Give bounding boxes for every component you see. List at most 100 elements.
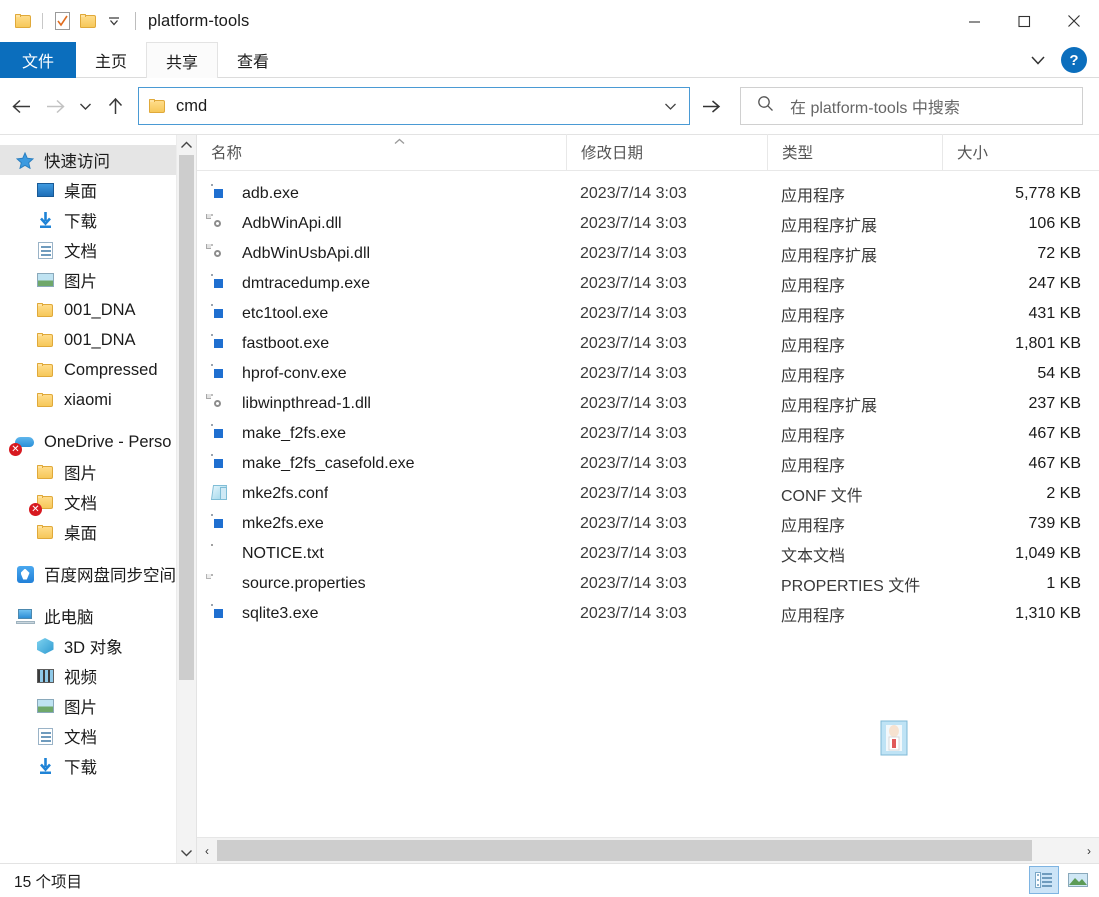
properties-icon[interactable] bbox=[49, 8, 75, 34]
go-button[interactable] bbox=[690, 87, 732, 125]
file-date-cell: 2023/7/14 3:03 bbox=[566, 545, 767, 563]
address-input[interactable]: cmd bbox=[176, 97, 655, 116]
column-header-size[interactable]: 大小 bbox=[942, 134, 1099, 170]
file-name-label: AdbWinUsbApi.dll bbox=[242, 245, 370, 263]
file-date-cell: 2023/7/14 3:03 bbox=[566, 305, 767, 323]
table-row[interactable]: make_f2fs.exe2023/7/14 3:03应用程序467 KB bbox=[197, 419, 1099, 449]
scroll-left-icon[interactable]: ‹ bbox=[197, 838, 217, 863]
file-size-cell: 431 KB bbox=[942, 305, 1099, 323]
sidebar-item[interactable]: 图片 bbox=[0, 691, 196, 721]
folder-icon bbox=[34, 462, 56, 482]
table-row[interactable]: adb.exe2023/7/14 3:03应用程序5,778 KB bbox=[197, 179, 1099, 209]
sidebar-item[interactable]: 视频 bbox=[0, 661, 196, 691]
file-name-label: dmtracedump.exe bbox=[242, 275, 370, 293]
table-row[interactable]: AdbWinUsbApi.dll2023/7/14 3:03应用程序扩展72 K… bbox=[197, 239, 1099, 269]
table-row[interactable]: mke2fs.conf2023/7/14 3:03CONF 文件2 KB bbox=[197, 479, 1099, 509]
sidebar-item[interactable]: 此电脑 bbox=[0, 601, 196, 631]
table-row[interactable]: source.properties2023/7/14 3:03PROPERTIE… bbox=[197, 569, 1099, 599]
scrollbar-track[interactable] bbox=[177, 155, 196, 843]
up-button[interactable] bbox=[98, 89, 132, 123]
table-row[interactable]: dmtracedump.exe2023/7/14 3:03应用程序247 KB bbox=[197, 269, 1099, 299]
search-box[interactable]: 在 platform-tools 中搜索 bbox=[740, 87, 1083, 125]
sidebar-item[interactable]: ✕文档 bbox=[0, 487, 196, 517]
this-pc-icon bbox=[14, 606, 36, 626]
sidebar-item[interactable]: 桌面 bbox=[0, 175, 196, 205]
scroll-right-icon[interactable]: › bbox=[1079, 838, 1099, 863]
column-header-name[interactable]: 名称 bbox=[197, 134, 566, 170]
sidebar-item[interactable]: 001_DNA bbox=[0, 325, 196, 355]
scroll-down-icon[interactable] bbox=[177, 843, 196, 863]
file-name-cell: dmtracedump.exe bbox=[197, 274, 566, 294]
tab-share[interactable]: 共享 bbox=[146, 42, 218, 78]
file-type-cell: 应用程序 bbox=[767, 422, 942, 446]
table-row[interactable]: fastboot.exe2023/7/14 3:03应用程序1,801 KB bbox=[197, 329, 1099, 359]
maximize-button[interactable] bbox=[999, 0, 1049, 42]
sidebar-item[interactable]: 下载 bbox=[0, 205, 196, 235]
help-button[interactable]: ? bbox=[1061, 47, 1087, 73]
sidebar-item[interactable]: ✕OneDrive - Perso bbox=[0, 427, 196, 457]
chevron-down-icon[interactable] bbox=[101, 8, 127, 34]
file-name-cell: source.properties bbox=[197, 574, 566, 594]
sidebar-item[interactable]: 文档 bbox=[0, 721, 196, 751]
sidebar-item[interactable]: 快速访问 bbox=[0, 145, 196, 175]
details-view-button[interactable] bbox=[1029, 866, 1059, 894]
sidebar-item[interactable]: 001_DNA bbox=[0, 295, 196, 325]
sidebar-item[interactable]: xiaomi bbox=[0, 385, 196, 415]
forward-button[interactable] bbox=[38, 89, 72, 123]
tab-view[interactable]: 查看 bbox=[218, 42, 288, 78]
file-name-cell: fastboot.exe bbox=[197, 334, 566, 354]
sidebar-item[interactable]: 图片 bbox=[0, 457, 196, 487]
large-icons-view-button[interactable] bbox=[1063, 866, 1093, 894]
exe-icon bbox=[211, 274, 231, 294]
sidebar-item[interactable]: 3D 对象 bbox=[0, 631, 196, 661]
address-bar[interactable]: cmd bbox=[138, 87, 690, 125]
table-row[interactable]: make_f2fs_casefold.exe2023/7/14 3:03应用程序… bbox=[197, 449, 1099, 479]
file-date-cell: 2023/7/14 3:03 bbox=[566, 365, 767, 383]
recent-locations-button[interactable] bbox=[72, 89, 98, 123]
scrollbar-thumb[interactable] bbox=[179, 155, 194, 680]
navigation-pane-scrollbar[interactable] bbox=[176, 135, 196, 863]
sidebar-item[interactable]: 桌面 bbox=[0, 517, 196, 547]
horizontal-scroll-thumb[interactable] bbox=[217, 840, 1032, 861]
expand-ribbon-button[interactable] bbox=[1021, 45, 1055, 75]
file-size-cell: 1,801 KB bbox=[942, 335, 1099, 353]
table-row[interactable]: sqlite3.exe2023/7/14 3:03应用程序1,310 KB bbox=[197, 599, 1099, 629]
table-row[interactable]: hprof-conv.exe2023/7/14 3:03应用程序54 KB bbox=[197, 359, 1099, 389]
column-header-date[interactable]: 修改日期 bbox=[566, 134, 767, 170]
search-input-placeholder[interactable]: 在 platform-tools 中搜索 bbox=[790, 94, 960, 118]
file-type-cell: PROPERTIES 文件 bbox=[767, 572, 942, 596]
new-folder-icon[interactable] bbox=[75, 8, 101, 34]
exe-icon bbox=[211, 514, 231, 534]
sidebar-item[interactable]: 百度网盘同步空间 bbox=[0, 559, 196, 589]
back-button[interactable] bbox=[4, 89, 38, 123]
explorer-body: 快速访问桌面下载文档图片001_DNA001_DNACompressedxiao… bbox=[0, 134, 1099, 863]
horizontal-scroll-track[interactable] bbox=[217, 838, 1079, 863]
sidebar-item-label: 百度网盘同步空间 bbox=[44, 562, 176, 586]
onedrive-error-icon: ✕ bbox=[14, 432, 36, 452]
file-rows: adb.exe2023/7/14 3:03应用程序5,778 KBAdbWinA… bbox=[197, 171, 1099, 837]
table-row[interactable]: AdbWinApi.dll2023/7/14 3:03应用程序扩展106 KB bbox=[197, 209, 1099, 239]
folder-icon[interactable] bbox=[10, 8, 36, 34]
sidebar-item[interactable]: 图片 bbox=[0, 265, 196, 295]
file-type-cell: 应用程序 bbox=[767, 272, 942, 296]
table-row[interactable]: libwinpthread-1.dll2023/7/14 3:03应用程序扩展2… bbox=[197, 389, 1099, 419]
sidebar-item[interactable]: 文档 bbox=[0, 235, 196, 265]
horizontal-scrollbar[interactable]: ‹ › bbox=[197, 837, 1099, 863]
sidebar-item-label: 下载 bbox=[64, 208, 97, 232]
navigation-tree: 快速访问桌面下载文档图片001_DNA001_DNACompressedxiao… bbox=[0, 135, 196, 863]
table-row[interactable]: etc1tool.exe2023/7/14 3:03应用程序431 KB bbox=[197, 299, 1099, 329]
scroll-up-icon[interactable] bbox=[177, 135, 196, 155]
tab-file[interactable]: 文件 bbox=[0, 42, 76, 78]
sidebar-item[interactable]: Compressed bbox=[0, 355, 196, 385]
minimize-button[interactable] bbox=[949, 0, 999, 42]
tab-home[interactable]: 主页 bbox=[76, 42, 146, 78]
column-header-type[interactable]: 类型 bbox=[767, 134, 942, 170]
address-chevron-down-icon[interactable] bbox=[655, 89, 685, 123]
close-button[interactable] bbox=[1049, 0, 1099, 42]
table-row[interactable]: NOTICE.txt2023/7/14 3:03文本文档1,049 KB bbox=[197, 539, 1099, 569]
table-row[interactable]: mke2fs.exe2023/7/14 3:03应用程序739 KB bbox=[197, 509, 1099, 539]
file-date-cell: 2023/7/14 3:03 bbox=[566, 185, 767, 203]
file-date-cell: 2023/7/14 3:03 bbox=[566, 245, 767, 263]
file-name-cell: AdbWinUsbApi.dll bbox=[197, 244, 566, 264]
sidebar-item[interactable]: 下载 bbox=[0, 751, 196, 781]
